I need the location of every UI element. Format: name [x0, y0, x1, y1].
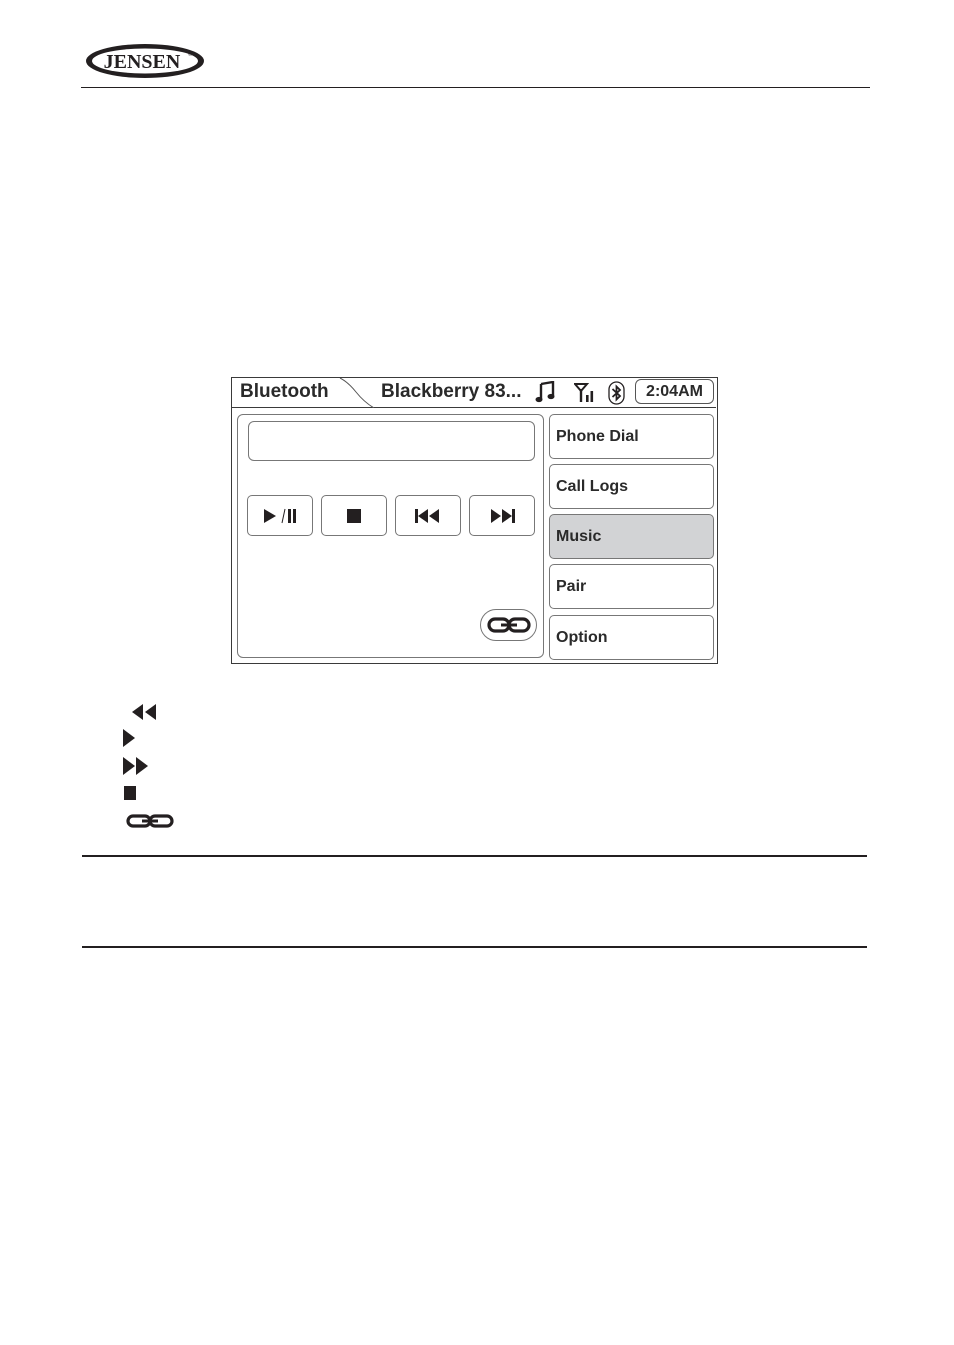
- bluetooth-icon: [608, 381, 625, 405]
- registered-mark: ®: [188, 51, 193, 58]
- note-bottom-divider: [82, 946, 867, 948]
- signal-strength-icon: [574, 383, 594, 402]
- tab-divider: [339, 378, 374, 408]
- tab-title: Bluetooth: [240, 381, 329, 402]
- menu-call-logs[interactable]: Call Logs: [549, 464, 714, 509]
- note-top-divider: [82, 855, 867, 857]
- skip-forward-icon: [491, 508, 515, 523]
- logo-text: JENSEN: [104, 51, 181, 73]
- stop-icon: [124, 786, 136, 800]
- menu-music[interactable]: Music: [549, 514, 714, 559]
- music-panel: [237, 414, 544, 658]
- clock: 2:04AM: [635, 379, 714, 404]
- skip-back-icon: [415, 508, 439, 523]
- link-icon: [126, 814, 174, 828]
- play-pause-button[interactable]: [247, 495, 313, 536]
- play-icon: [123, 729, 135, 747]
- status-bar: Bluetooth Blackberry 83... 2:04AM: [232, 378, 716, 408]
- link-icon: [486, 617, 531, 633]
- track-display: [248, 421, 535, 461]
- play-pause-icon: [264, 508, 296, 523]
- bluetooth-music-screen: Bluetooth Blackberry 83... 2:04AM Phone …: [231, 377, 718, 664]
- stop-button[interactable]: [321, 495, 387, 536]
- music-note-icon: [535, 381, 555, 403]
- header-divider: [81, 87, 870, 88]
- next-track-button[interactable]: [469, 495, 535, 536]
- jensen-logo: JENSEN ®: [84, 42, 206, 80]
- stop-icon: [347, 508, 361, 523]
- device-name: Blackberry 83...: [381, 381, 522, 402]
- link-button[interactable]: [480, 609, 537, 641]
- rewind-icon: [132, 704, 156, 720]
- previous-track-button[interactable]: [395, 495, 461, 536]
- fast-forward-icon: [123, 757, 148, 775]
- menu-phone-dial[interactable]: Phone Dial: [549, 414, 714, 459]
- menu-pair[interactable]: Pair: [549, 564, 714, 609]
- menu-option[interactable]: Option: [549, 615, 714, 660]
